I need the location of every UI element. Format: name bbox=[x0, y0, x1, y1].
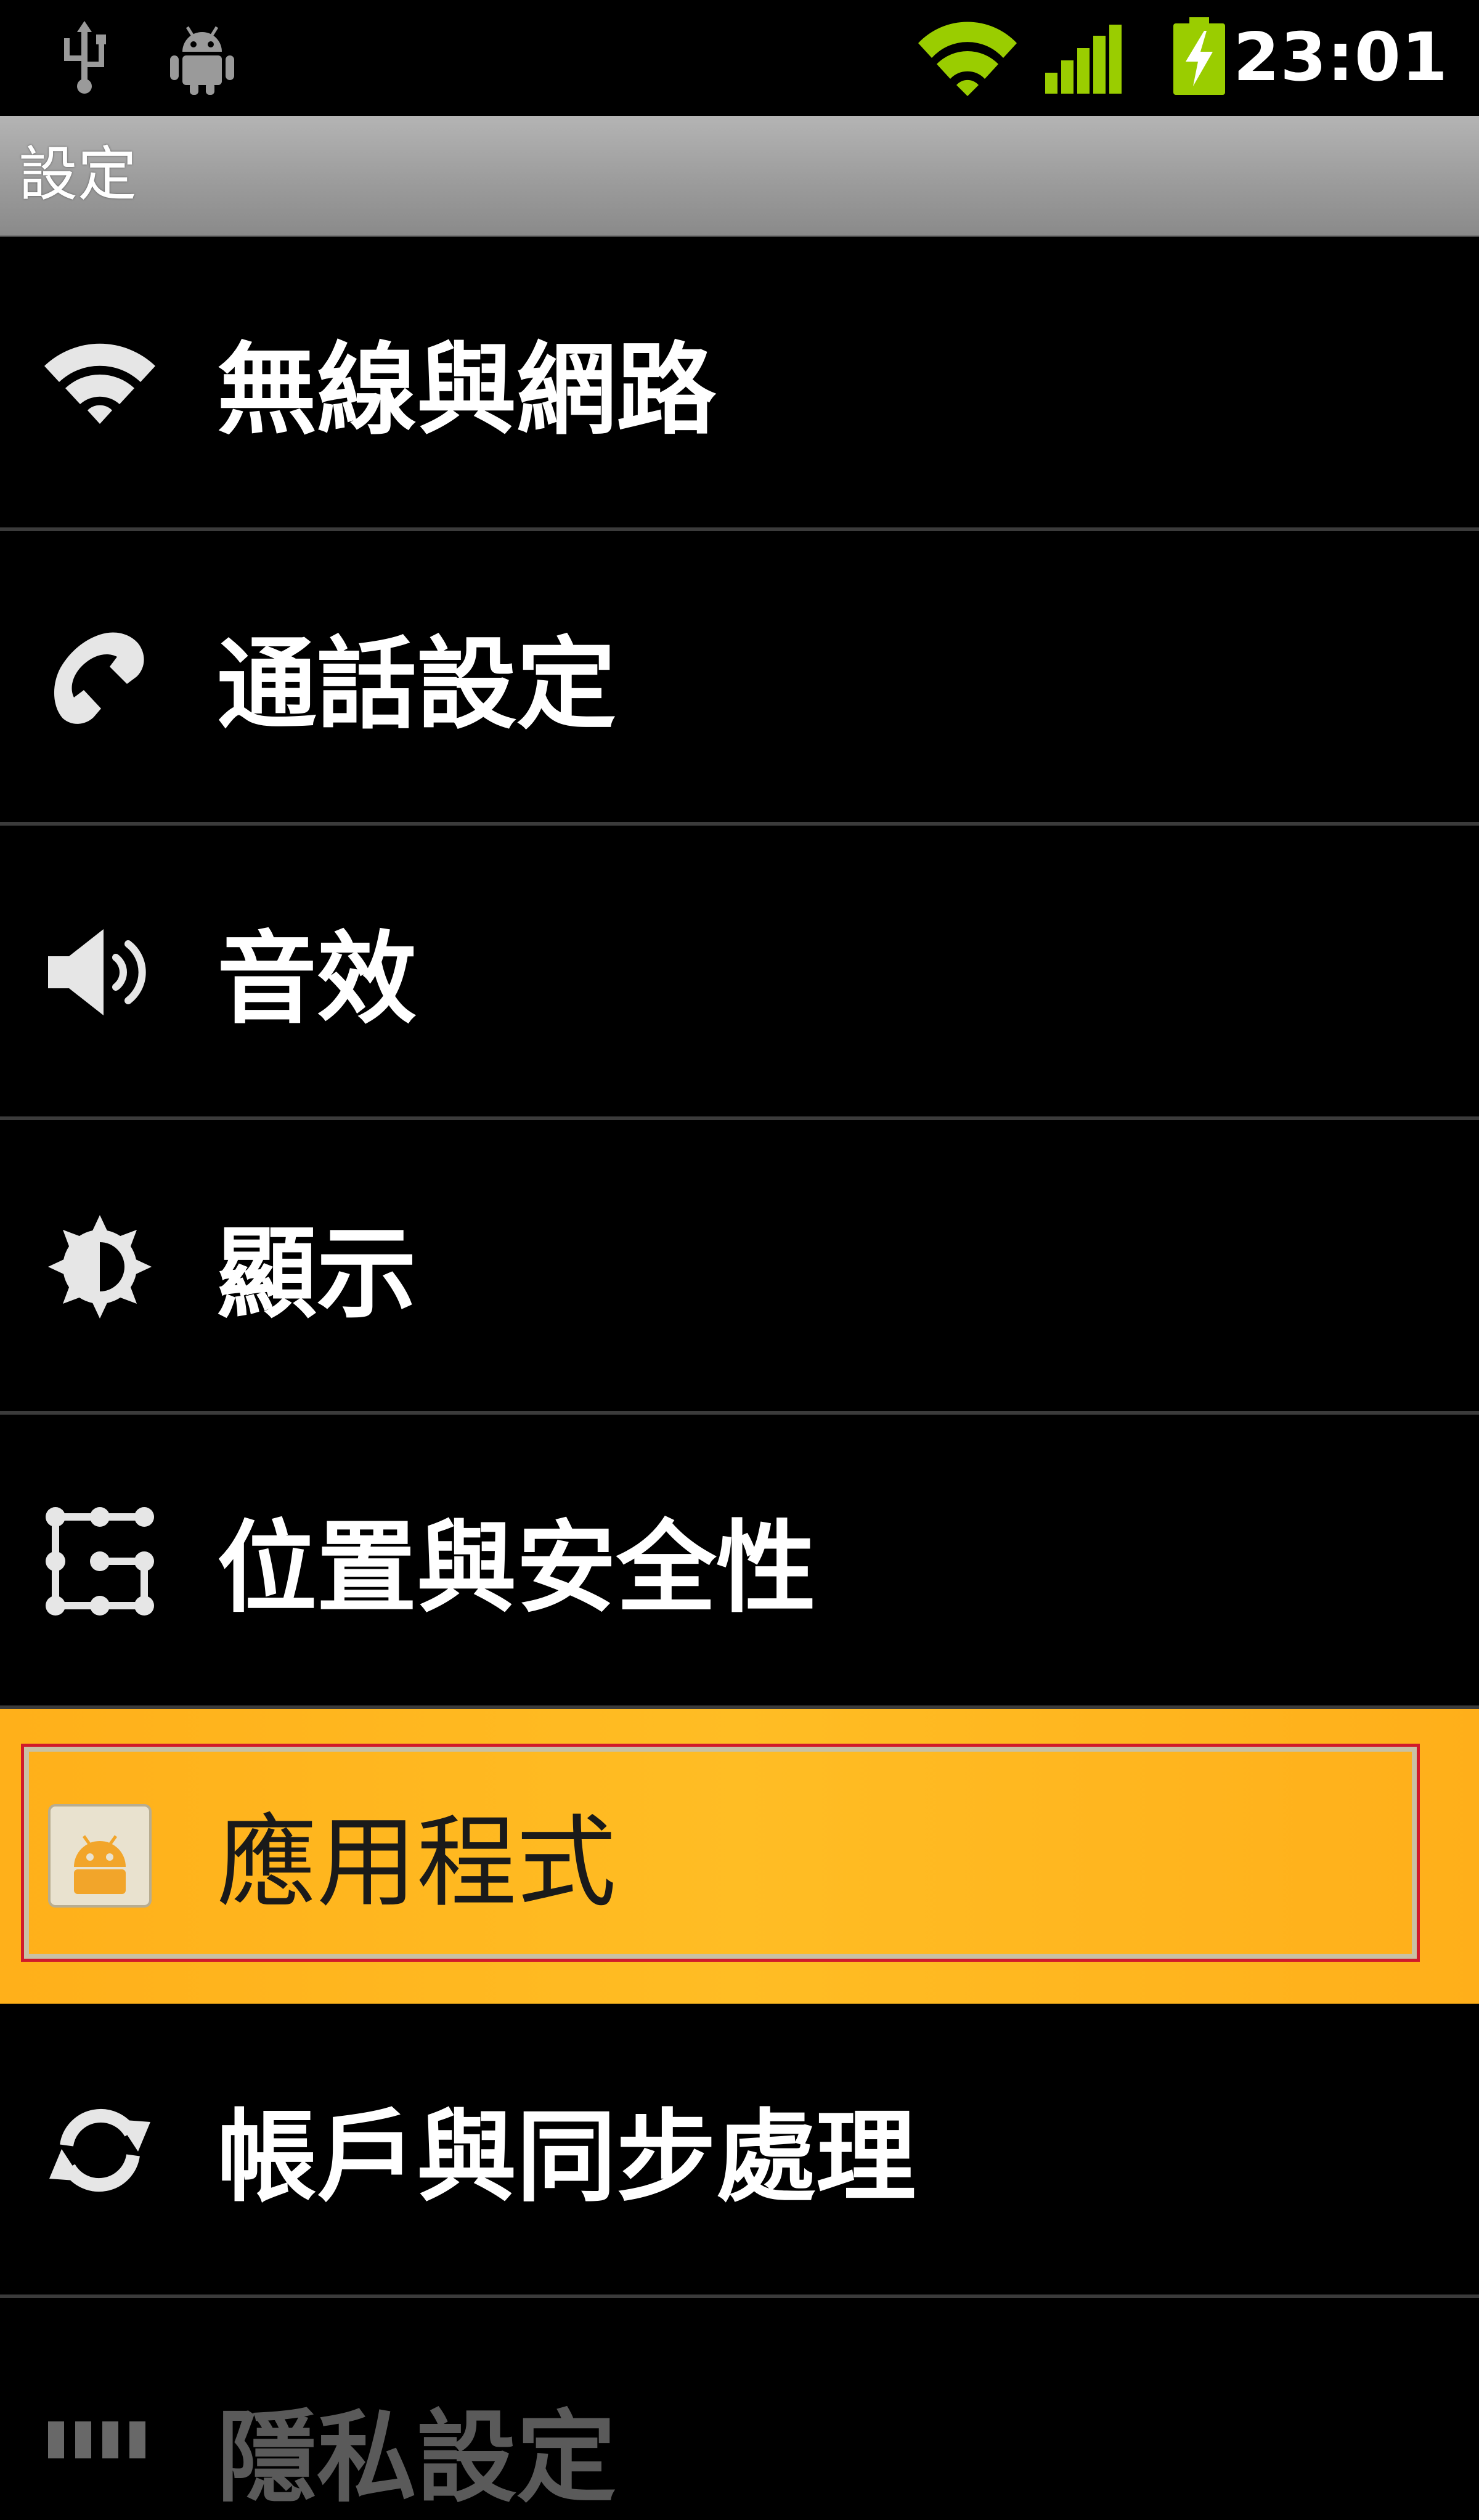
speaker-icon bbox=[48, 929, 146, 1015]
battery-charging-icon bbox=[1173, 17, 1225, 95]
settings-item-label: 無線與網路 bbox=[217, 333, 716, 449]
settings-item-label: 帳戶與同步處理 bbox=[217, 2100, 916, 2216]
settings-item-privacy[interactable]: 隱私設定 bbox=[0, 2298, 1479, 2514]
cell-signal-icon bbox=[1045, 25, 1122, 94]
usb-icon bbox=[64, 21, 106, 94]
status-time: 23:01 bbox=[1233, 19, 1448, 96]
settings-item-display[interactable]: 顯示 bbox=[0, 1120, 1479, 1415]
page-title: 設定 bbox=[18, 140, 137, 209]
settings-list: 無線與網路 通話設定 音效 顯示 位置與安全性 應用程式 帳戶與同步處理 隱私設… bbox=[0, 237, 1479, 2514]
android-debug-icon bbox=[170, 26, 234, 95]
settings-item-location-security[interactable]: 位置與安全性 bbox=[0, 1415, 1479, 1709]
title-bar: 設定 bbox=[0, 116, 1479, 237]
settings-item-sound[interactable]: 音效 bbox=[0, 826, 1479, 1120]
settings-item-label: 應用程式 bbox=[217, 1805, 616, 1921]
sync-icon bbox=[49, 2108, 150, 2192]
phone-icon bbox=[54, 632, 144, 724]
brightness-icon bbox=[48, 1215, 152, 1319]
settings-item-label: 位置與安全性 bbox=[217, 1511, 816, 1627]
wifi-icon bbox=[44, 343, 155, 424]
settings-item-label: 隱私設定 bbox=[217, 2400, 616, 2516]
applications-icon bbox=[48, 1804, 152, 1908]
status-bar: 23:01 bbox=[0, 0, 1479, 116]
privacy-icon bbox=[48, 2421, 145, 2458]
settings-item-label: 顯示 bbox=[217, 1216, 417, 1332]
settings-item-accounts-sync[interactable]: 帳戶與同步處理 bbox=[0, 2004, 1479, 2298]
settings-item-label: 通話設定 bbox=[217, 627, 616, 743]
wifi-signal-icon bbox=[918, 22, 1017, 96]
settings-item-wireless-networks[interactable]: 無線與網路 bbox=[0, 237, 1479, 531]
settings-item-call-settings[interactable]: 通話設定 bbox=[0, 531, 1479, 826]
settings-item-applications[interactable]: 應用程式 bbox=[0, 1709, 1479, 2004]
settings-item-label: 音效 bbox=[217, 922, 417, 1038]
location-security-icon bbox=[46, 1507, 154, 1616]
